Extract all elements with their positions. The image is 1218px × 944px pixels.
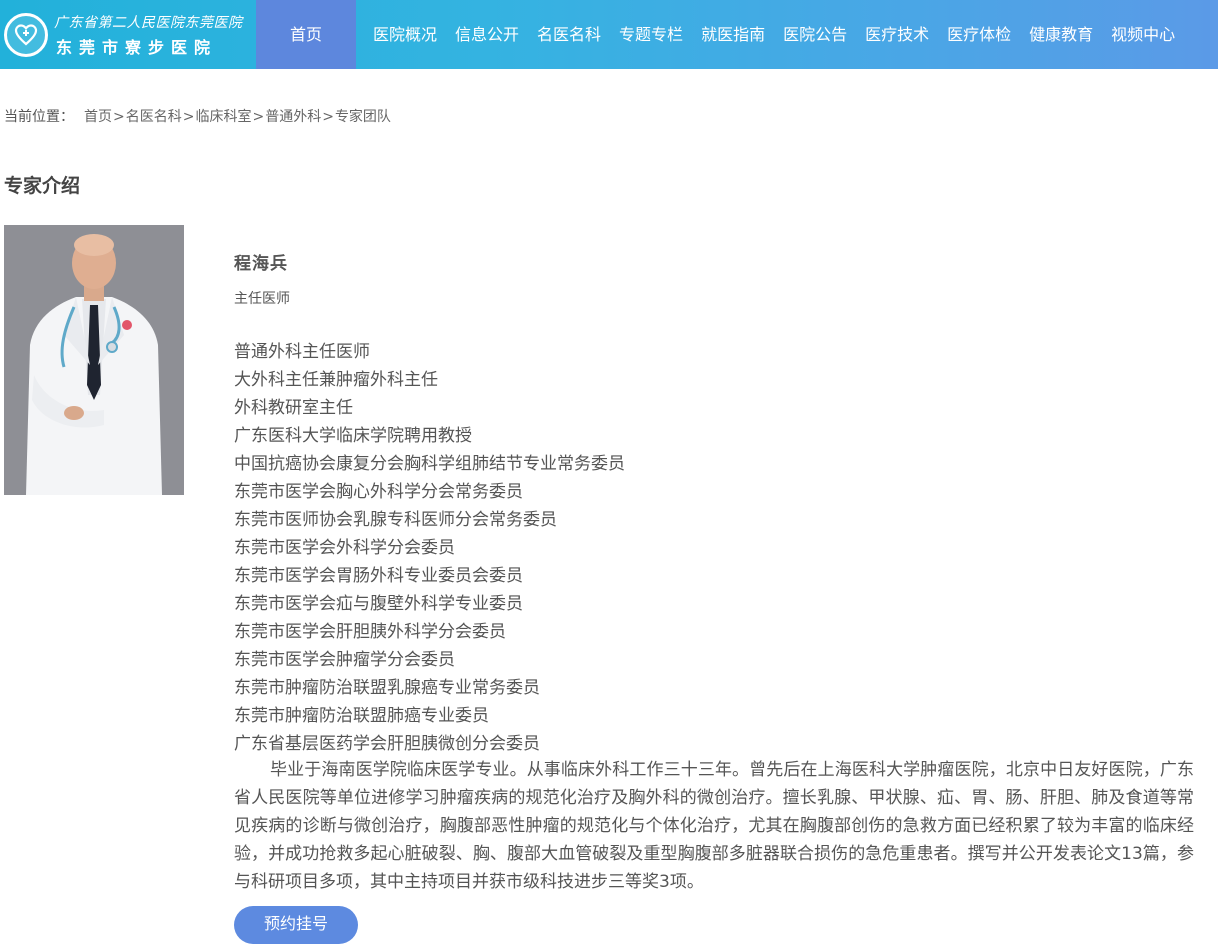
list-item: 广东医科大学临床学院聘用教授: [234, 426, 472, 446]
nav-info-disclosure[interactable]: 信息公开: [446, 0, 528, 69]
list-item: 东莞市医学会疝与腹壁外科学专业委员: [234, 594, 523, 614]
nav-announcements[interactable]: 医院公告: [774, 0, 856, 69]
list-item: 东莞市医学会外科学分会委员: [234, 538, 455, 558]
list-item: 东莞市医学会胃肠外科专业委员会委员: [234, 566, 523, 586]
breadcrumb-label: 当前位置：: [4, 109, 74, 125]
breadcrumb-separator: >: [322, 109, 334, 125]
hospital-logo[interactable]: 广东省第二人民医院东莞医院 东莞市寮步医院: [4, 9, 254, 61]
main-nav: 首页 医院概况 信息公开 名医名科 专题专栏 就医指南 医院公告 医疗技术 医疗…: [256, 0, 1184, 69]
doctor-positions-list: 普通外科主任医师 大外科主任兼肿瘤外科主任 外科教研室主任 广东医科大学临床学院…: [234, 338, 625, 758]
doctor-title: 主任医师: [234, 291, 290, 307]
logo-name-line1: 广东省第二人民医院东莞医院: [54, 15, 243, 31]
logo-name-line2: 东莞市寮步医院: [56, 38, 218, 57]
breadcrumb-famous-doctors[interactable]: 名医名科: [126, 109, 182, 125]
breadcrumb-separator: >: [252, 109, 265, 125]
breadcrumb-separator: >: [182, 109, 195, 125]
list-item: 东莞市医学会肝胆胰外科学分会委员: [234, 622, 506, 642]
list-item: 东莞市肿瘤防治联盟乳腺癌专业常务委员: [234, 678, 540, 698]
breadcrumb-expert-team[interactable]: 专家团队: [335, 109, 391, 125]
list-item: 东莞市医学会胸心外科学分会常务委员: [234, 482, 523, 502]
nav-hospital-overview[interactable]: 医院概况: [364, 0, 446, 69]
breadcrumb-clinical-departments[interactable]: 临床科室: [195, 109, 251, 125]
list-item: 中国抗癌协会康复分会胸科学组肺结节专业常务委员: [234, 454, 625, 474]
list-item: 东莞市肿瘤防治联盟肺癌专业委员: [234, 706, 489, 726]
list-item: 东莞市医师协会乳腺专科医师分会常务委员: [234, 510, 557, 530]
breadcrumb: 当前位置： 首页>名医名科>临床科室>普通外科>专家团队: [4, 106, 391, 126]
site-header: 广东省第二人民医院东莞医院 东莞市寮步医院 首页 医院概况 信息公开 名医名科 …: [0, 0, 1218, 69]
doctor-photo: [4, 225, 184, 495]
nav-special-columns[interactable]: 专题专栏: [610, 0, 692, 69]
breadcrumb-general-surgery[interactable]: 普通外科: [265, 109, 321, 125]
nav-famous-doctors[interactable]: 名医名科: [528, 0, 610, 69]
list-item: 外科教研室主任: [234, 398, 353, 418]
nav-home[interactable]: 首页: [256, 0, 356, 69]
list-item: 东莞市医学会肿瘤学分会委员: [234, 650, 455, 670]
doctor-biography: 毕业于海南医学院临床医学专业。从事临床外科工作三十三年。曾先后在上海医科大学肿瘤…: [234, 760, 1194, 892]
list-item: 广东省基层医药学会肝胆胰微创分会委员: [234, 734, 540, 754]
nav-visit-guide[interactable]: 就医指南: [692, 0, 774, 69]
page-title: 专家介绍: [4, 175, 81, 197]
hospital-emblem-icon: [4, 13, 48, 57]
list-item: 普通外科主任医师: [234, 342, 370, 362]
doctor-name: 程海兵: [234, 254, 288, 274]
appointment-button[interactable]: 预约挂号: [234, 906, 358, 944]
nav-medical-technology[interactable]: 医疗技术: [856, 0, 938, 69]
breadcrumb-home[interactable]: 首页: [84, 109, 112, 125]
nav-health-checkup[interactable]: 医疗体检: [938, 0, 1020, 69]
breadcrumb-separator: >: [113, 109, 125, 125]
nav-video-center[interactable]: 视频中心: [1102, 0, 1184, 69]
nav-health-education[interactable]: 健康教育: [1020, 0, 1102, 69]
list-item: 大外科主任兼肿瘤外科主任: [234, 370, 438, 390]
